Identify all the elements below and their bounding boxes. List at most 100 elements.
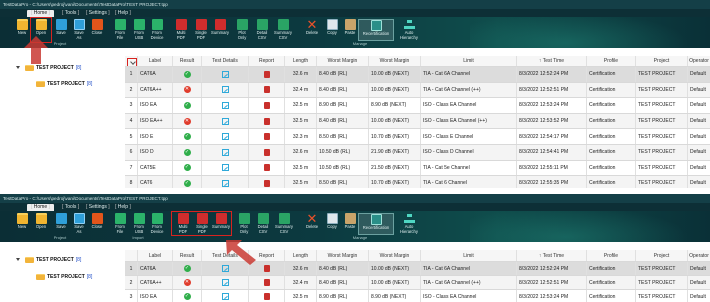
table-cell-profile: Certification <box>586 262 635 275</box>
cell-text: 32.5 m <box>292 118 309 125</box>
table-row[interactable]: 8 CAT6 ✓ 32.5 m 8.50 dB (RL) 10.70 dB (NEXT) T… <box>125 176 710 188</box>
table-row[interactable]: 7 CAT5E ✓ 32.5 m 10.50 dB (RL) 21.50 dB (NEXT… <box>125 160 710 177</box>
table-row[interactable]: 3 ISO EA ✓ 32.5 m 8.90 dB (RL) 8.90 dB (NEXT)… <box>125 98 710 114</box>
test-details-edit-icon[interactable] <box>221 265 229 272</box>
table-row[interactable]: 6 ISO D ✓ 32.6 m 10.50 dB (RL) 21.90 dB (NEXT… <box>125 145 710 161</box>
close-button[interactable]: Close <box>85 213 109 235</box>
tab-settings[interactable]: [ Settings ] <box>82 204 114 211</box>
test-details-edit-icon[interactable] <box>221 279 229 286</box>
table-cell-num: 2 <box>125 83 137 98</box>
column-header[interactable]: Profile <box>586 250 635 261</box>
tree-child-project[interactable]: TEST PROJECT [8] <box>36 273 92 282</box>
column-header[interactable]: Length <box>284 56 316 66</box>
save-icon <box>55 19 67 30</box>
column-header-label: Label <box>148 252 162 259</box>
auto-hierarchy-button[interactable]: Auto Hierarchy <box>395 19 423 41</box>
expand-triangle-icon[interactable] <box>16 66 20 70</box>
tab-settings[interactable]: [ Settings ] <box>82 10 114 17</box>
highlight-export-pdf-buttons <box>171 211 232 236</box>
tree-root-project[interactable]: TEST PROJECT [8] <box>16 256 81 265</box>
column-header[interactable]: Worst Margin <box>316 56 368 66</box>
column-header[interactable]: Report <box>248 56 284 66</box>
summary-csv-button[interactable]: Summary CSV <box>272 213 296 235</box>
window-title: TestDataPro - C:\Users\pedroj\vani\Docum… <box>0 0 710 9</box>
tab-home[interactable]: [ Home ] <box>27 204 54 211</box>
test-details-edit-icon[interactable] <box>221 148 229 156</box>
test-details-edit-icon[interactable] <box>221 117 229 125</box>
cell-text: 8/3/2022 12:52:24 PM <box>519 265 569 272</box>
table-cell-wm2: 10.70 dB (NEXT) <box>368 129 420 144</box>
column-header[interactable]: Project <box>635 250 687 261</box>
table-cell-wm2: 10.00 dB (NEXT) <box>368 82 420 98</box>
pdf-report-icon[interactable] <box>263 133 270 141</box>
test-details-edit-icon[interactable] <box>221 70 229 78</box>
pass-check-icon: ✓ <box>183 101 191 109</box>
from-device-button[interactable]: From Device <box>145 213 169 235</box>
test-details-edit-icon[interactable] <box>221 101 229 109</box>
column-header[interactable]: Operator <box>687 56 710 66</box>
tree-child-project[interactable]: TEST PROJECT [8] <box>36 80 92 89</box>
pdf-report-icon[interactable] <box>263 164 270 172</box>
test-details-edit-icon[interactable] <box>221 133 229 141</box>
column-header[interactable]: Test Details <box>201 56 248 66</box>
column-header[interactable]: Label <box>137 250 172 261</box>
column-header[interactable]: Limit <box>420 56 516 66</box>
table-row[interactable]: 3 ISO EA ✓ 32.5 m 8.90 dB (RL) 8.90 dB (NEXT)… <box>125 290 710 302</box>
tab-help[interactable]: [ Help ] <box>111 10 135 17</box>
tab-help[interactable]: [ Help ] <box>111 204 135 211</box>
test-details-edit-icon[interactable] <box>221 293 229 300</box>
hierarchy-icon <box>403 19 415 30</box>
column-header[interactable]: Result <box>172 250 201 261</box>
table-row[interactable]: 5 ISO E ✓ 32.3 m 8.50 dB (RL) 10.70 dB (NEXT)… <box>125 129 710 145</box>
recertification-button[interactable]: Recertification <box>358 213 394 235</box>
import-usb-icon <box>133 213 145 224</box>
pdf-report-icon[interactable] <box>263 293 270 300</box>
pdf-report-icon[interactable] <box>263 179 270 187</box>
expand-triangle-icon[interactable] <box>16 258 20 262</box>
pass-check-icon: ✓ <box>183 133 191 141</box>
column-header[interactable]: ↑ Test Time <box>516 250 586 261</box>
column-header[interactable]: Worst Margin <box>316 250 368 261</box>
pdf-report-icon[interactable] <box>263 86 270 94</box>
table-row[interactable]: 2 CAT6A++ ✕ 32.4 m 8.40 dB (RL) 10.00 dB (NEX… <box>125 276 710 290</box>
column-header[interactable]: ↑ Test Time <box>516 56 586 66</box>
test-details-edit-icon[interactable] <box>221 86 229 94</box>
table-row[interactable]: 4 ISO EA++ ✕ 32.5 m 8.40 dB (RL) 10.00 dB (NE… <box>125 113 710 130</box>
pdf-report-icon[interactable] <box>263 265 270 272</box>
column-header[interactable]: Project <box>635 56 687 66</box>
cell-text: 4 <box>129 118 133 125</box>
group-label-manage: Manage <box>352 41 368 46</box>
pdf-report-icon[interactable] <box>263 117 270 125</box>
column-header[interactable]: Worst Margin <box>368 56 420 66</box>
recertification-button[interactable]: Recertification <box>358 19 394 41</box>
pdf-report-icon[interactable] <box>263 70 270 78</box>
summary-pdf-button[interactable]: Summary <box>208 19 232 41</box>
pdf-report-icon[interactable] <box>263 279 270 286</box>
table-cell-details <box>201 67 248 82</box>
column-header[interactable]: Result <box>172 56 201 66</box>
column-header[interactable]: Length <box>284 250 316 261</box>
close-button[interactable]: Close <box>85 19 109 41</box>
column-header[interactable]: Label <box>137 56 172 66</box>
tab-home[interactable]: [ Home ] <box>27 10 54 17</box>
test-details-edit-icon[interactable] <box>221 164 229 172</box>
table-row[interactable]: 1 CAT6A ✓ 32.6 m 8.40 dB (RL) 10.00 dB (NEXT)… <box>125 67 710 83</box>
pdf-report-icon[interactable] <box>263 101 270 109</box>
tab-tools[interactable]: [ Tools ] <box>58 204 83 211</box>
table-row[interactable]: 1 CAT6A ✓ 32.6 m 8.40 dB (RL) 10.00 dB (NEXT)… <box>125 262 710 276</box>
table-row[interactable]: 2 CAT6A++ ✕ 32.4 m 8.40 dB (RL) 10.00 dB (NEX… <box>125 82 710 99</box>
cell-text: 8.90 dB (RL) <box>319 293 348 300</box>
fail-x-icon: ✕ <box>183 86 191 94</box>
project-tree: TEST PROJECT [8] TEST PROJECT [8] <box>0 56 112 188</box>
column-header[interactable]: Limit <box>420 250 516 261</box>
column-header[interactable]: Operator <box>687 250 710 261</box>
table-cell-details <box>201 82 248 98</box>
from-device-button[interactable]: From Device <box>145 19 169 41</box>
tab-tools[interactable]: [ Tools ] <box>58 10 83 17</box>
column-header[interactable]: Profile <box>586 56 635 66</box>
pdf-report-icon[interactable] <box>263 148 270 156</box>
auto-hierarchy-button[interactable]: Auto Hierarchy <box>395 213 423 235</box>
summary-csv-button[interactable]: Summary CSV <box>271 19 295 41</box>
test-details-edit-icon[interactable] <box>221 179 229 187</box>
column-header[interactable]: Worst Margin <box>368 250 420 261</box>
